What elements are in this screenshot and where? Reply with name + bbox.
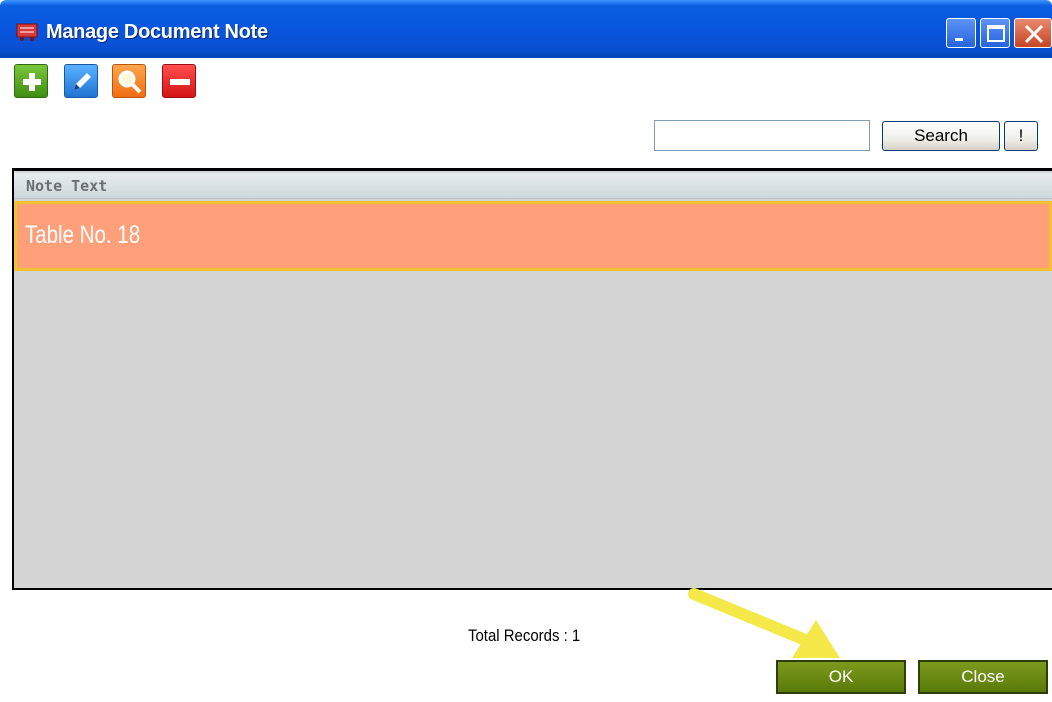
ok-button[interactable]: OK bbox=[776, 660, 906, 694]
close-button[interactable]: Close bbox=[918, 660, 1048, 694]
exclamation-button[interactable]: ! bbox=[1004, 121, 1038, 151]
minus-icon bbox=[170, 79, 190, 85]
grid-header: Note Text bbox=[14, 173, 1052, 199]
search-input[interactable] bbox=[654, 120, 870, 151]
note-text-cell: Table No. 18 bbox=[25, 221, 141, 249]
cart-icon bbox=[16, 23, 38, 41]
search-button[interactable]: Search bbox=[882, 121, 1000, 151]
plus-icon bbox=[23, 73, 41, 91]
minimize-button[interactable] bbox=[946, 18, 976, 48]
add-button[interactable] bbox=[14, 64, 48, 98]
total-records-label: Total Records : 1 bbox=[468, 626, 581, 645]
maximize-icon bbox=[987, 25, 1005, 42]
maximize-button[interactable] bbox=[980, 18, 1010, 48]
notes-grid: Note Text Table No. 18 bbox=[12, 168, 1052, 590]
find-button[interactable] bbox=[112, 64, 146, 98]
manage-document-note-window: Manage Document Note Search ! Note Text … bbox=[0, 0, 1052, 702]
column-header-note-text[interactable]: Note Text bbox=[26, 177, 107, 195]
minimize-icon bbox=[955, 38, 963, 41]
window-title: Manage Document Note bbox=[46, 21, 268, 43]
annotation-arrow-icon bbox=[688, 588, 840, 658]
title-bar[interactable]: Manage Document Note bbox=[0, 0, 1052, 58]
table-row[interactable]: Table No. 18 bbox=[14, 201, 1052, 271]
edit-button[interactable] bbox=[64, 64, 98, 98]
pencil-icon bbox=[74, 73, 91, 90]
close-window-button[interactable] bbox=[1014, 18, 1052, 48]
delete-button[interactable] bbox=[162, 64, 196, 98]
magnifier-icon bbox=[118, 70, 142, 94]
close-icon bbox=[1024, 24, 1044, 44]
